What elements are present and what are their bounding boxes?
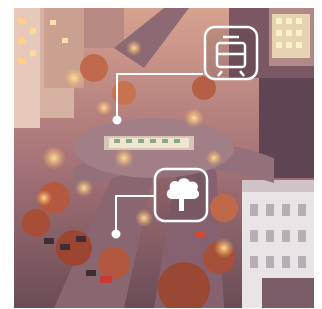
tree-icon (153, 167, 209, 223)
tree-callout (111, 167, 209, 239)
tram-location-dot (112, 115, 122, 125)
tram-callout-leader (116, 73, 203, 120)
tram-icon (203, 25, 259, 81)
tram-callout (112, 25, 259, 125)
tree-location-dot (111, 229, 121, 239)
tree-callout-leader (115, 195, 154, 234)
